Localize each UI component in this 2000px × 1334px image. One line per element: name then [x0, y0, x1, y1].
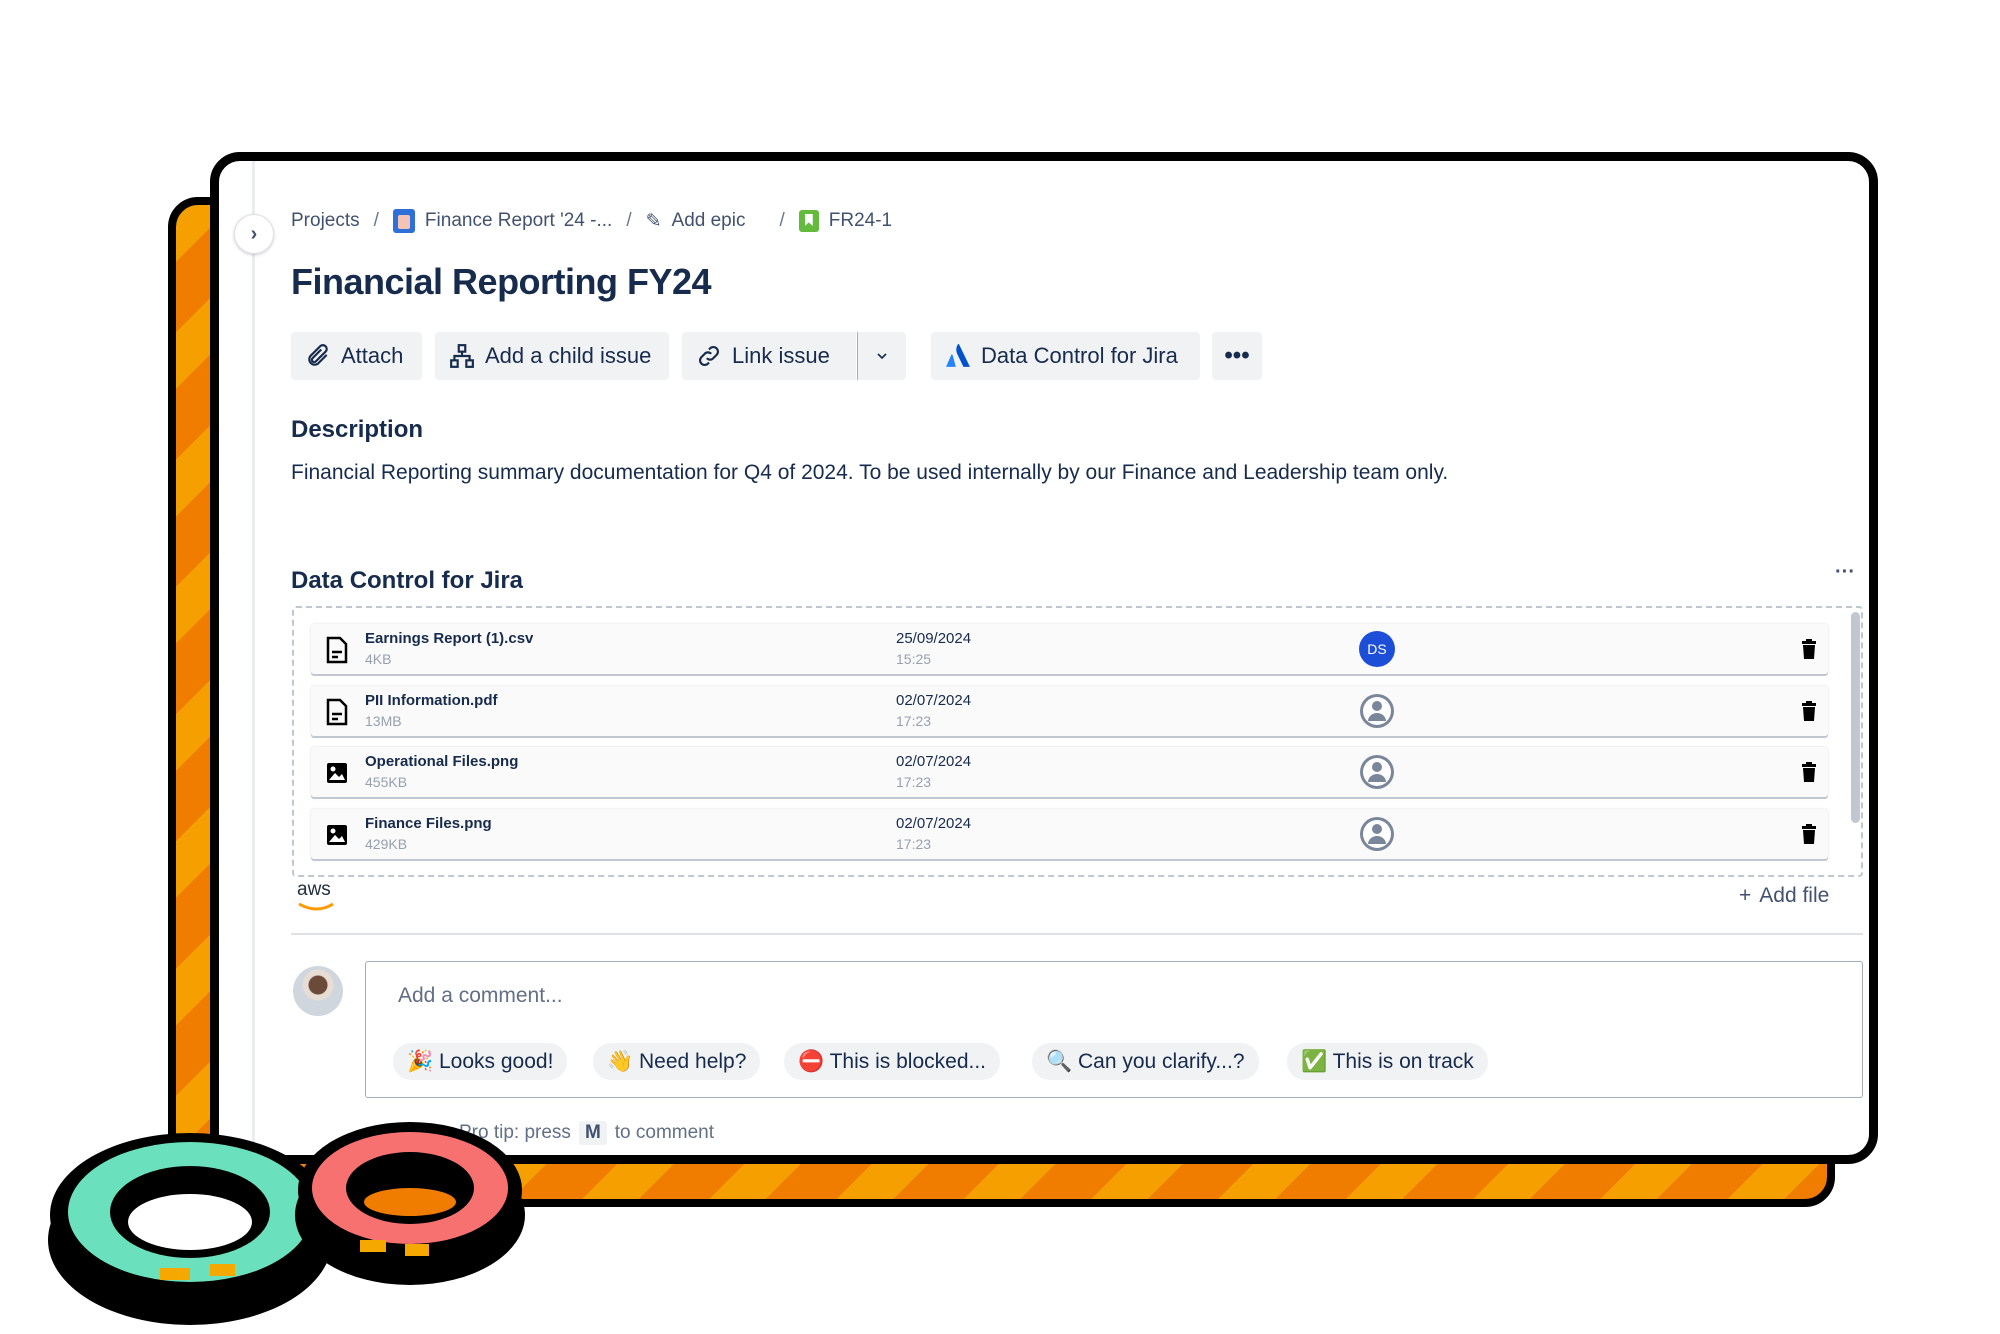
comment-input[interactable]: Add a comment... — [398, 984, 563, 1008]
red-gear-icon — [295, 1122, 525, 1285]
file-date: 02/07/2024 — [896, 814, 972, 832]
image-file-icon — [327, 763, 347, 783]
file-name[interactable]: Operational Files.png — [365, 753, 518, 770]
image-file-icon — [327, 824, 347, 845]
chevron-right-icon: › — [250, 222, 258, 245]
add-child-issue-button[interactable]: Add a child issue — [435, 332, 669, 380]
file-date: 02/07/2024 — [896, 691, 972, 709]
more-actions-button[interactable]: ••• — [1212, 332, 1262, 380]
attach-label: Attach — [341, 343, 404, 368]
default-user-icon[interactable] — [1359, 816, 1395, 852]
chevron-down-icon — [877, 353, 887, 360]
file-name[interactable]: PII Information.pdf — [365, 692, 498, 709]
file-time: 17:23 — [896, 835, 932, 852]
breadcrumb-issue-key[interactable]: FR24-1 — [829, 210, 892, 232]
link-issue-dropdown[interactable] — [857, 332, 906, 380]
add-file-label: Add file — [1759, 884, 1830, 907]
file-row[interactable]: Finance Files.png 429KB 02/07/2024 17:23 — [311, 808, 1828, 859]
trash-icon[interactable] — [1801, 700, 1817, 721]
data-control-more-button[interactable]: ··· — [1835, 561, 1855, 584]
default-user-icon[interactable] — [1359, 693, 1395, 729]
file-date: 02/07/2024 — [896, 753, 972, 770]
file-name[interactable]: Earnings Report (1).csv — [365, 630, 533, 647]
quick-reply-on-track[interactable]: ✅ This is on track — [1287, 1043, 1488, 1080]
breadcrumb-project[interactable]: Finance Report '24 -... — [425, 210, 612, 232]
data-control-button[interactable]: Data Control for Jira — [931, 332, 1200, 380]
file-size: 4KB — [365, 651, 392, 667]
file-size: 429KB — [365, 835, 408, 852]
breadcrumb-add-epic[interactable]: Add epic — [672, 210, 746, 232]
file-date: 25/09/2024 — [896, 630, 972, 647]
file-name[interactable]: Finance Files.png — [365, 815, 492, 832]
document-file-icon — [326, 636, 348, 664]
description-text[interactable]: Financial Reporting summary documentatio… — [291, 461, 1448, 485]
document-file-icon — [326, 698, 348, 725]
data-control-heading: Data Control for Jira — [291, 567, 524, 594]
file-row[interactable]: PII Information.pdf 13MB 02/07/2024 17:23 — [311, 685, 1828, 736]
pencil-icon: ✎ — [645, 210, 662, 232]
file-row[interactable]: Earnings Report (1).csv 4KB 25/09/2024 15:2… — [311, 624, 1828, 674]
add-file-button[interactable]: + Add file — [1739, 884, 1829, 908]
page-title[interactable]: Financial Reporting FY24 — [291, 261, 712, 303]
breadcrumb-projects[interactable]: Projects — [291, 210, 360, 232]
file-size: 13MB — [365, 712, 402, 729]
quick-reply-looks-good[interactable]: 🎉 Looks good! — [393, 1043, 568, 1080]
description-heading: Description — [291, 416, 424, 443]
link-issue-label: Link issue — [732, 343, 830, 368]
link-icon — [699, 346, 719, 366]
quick-reply-need-help[interactable]: 👋 Need help? — [593, 1043, 761, 1080]
gears-illustration — [48, 1122, 525, 1325]
comment-box[interactable]: Add a comment... 🎉 Looks good! 👋 Need he… — [365, 961, 1863, 1098]
more-icon: ••• — [1224, 342, 1250, 369]
breadcrumb: Projects / Finance Report '24 -... / ✎ Add… — [291, 209, 893, 233]
story-icon — [798, 210, 819, 232]
sidebar-rail — [252, 161, 255, 1155]
link-issue-button[interactable]: Link issue — [682, 332, 856, 380]
file-list-scrollbar[interactable] — [1851, 612, 1860, 823]
file-row[interactable]: Operational Files.png 455KB 02/07/2024 17:2… — [311, 747, 1828, 797]
quick-reply-blocked[interactable]: ⛔ This is blocked... — [784, 1043, 1000, 1080]
add-child-label: Add a child issue — [485, 343, 652, 368]
quick-reply-clarify[interactable]: 🔍 Can you clarify...? — [1032, 1043, 1259, 1080]
file-time: 17:23 — [896, 774, 932, 790]
attach-button[interactable]: Attach — [291, 332, 422, 380]
jira-issue-panel: › Projects / Finance Report '24 -... / ✎ A… — [210, 152, 1878, 1164]
atlassian-icon — [946, 343, 970, 367]
hierarchy-icon — [450, 344, 474, 368]
file-list: Earnings Report (1).csv 4KB 25/09/2024 15:2… — [292, 606, 1863, 877]
tip-suffix: to comment — [614, 1122, 715, 1143]
trash-icon[interactable] — [1801, 762, 1817, 782]
divider — [291, 933, 1863, 935]
default-user-icon[interactable] — [1359, 754, 1395, 790]
data-control-label: Data Control for Jira — [981, 343, 1178, 368]
paperclip-icon — [308, 344, 328, 366]
trash-icon[interactable] — [1801, 639, 1817, 659]
teal-gear-icon — [48, 1133, 332, 1325]
tip-key: M — [578, 1121, 607, 1145]
file-time: 15:25 — [896, 651, 932, 667]
aws-logo: aws — [297, 880, 341, 917]
file-size: 455KB — [365, 774, 408, 790]
user-avatar — [293, 966, 343, 1016]
uploader-avatar[interactable]: DS — [1359, 631, 1395, 667]
expand-sidebar-button[interactable]: › — [234, 214, 274, 254]
project-icon — [392, 209, 415, 233]
trash-icon[interactable] — [1801, 823, 1817, 844]
file-time: 17:23 — [896, 712, 932, 729]
plus-icon: + — [1739, 884, 1752, 907]
